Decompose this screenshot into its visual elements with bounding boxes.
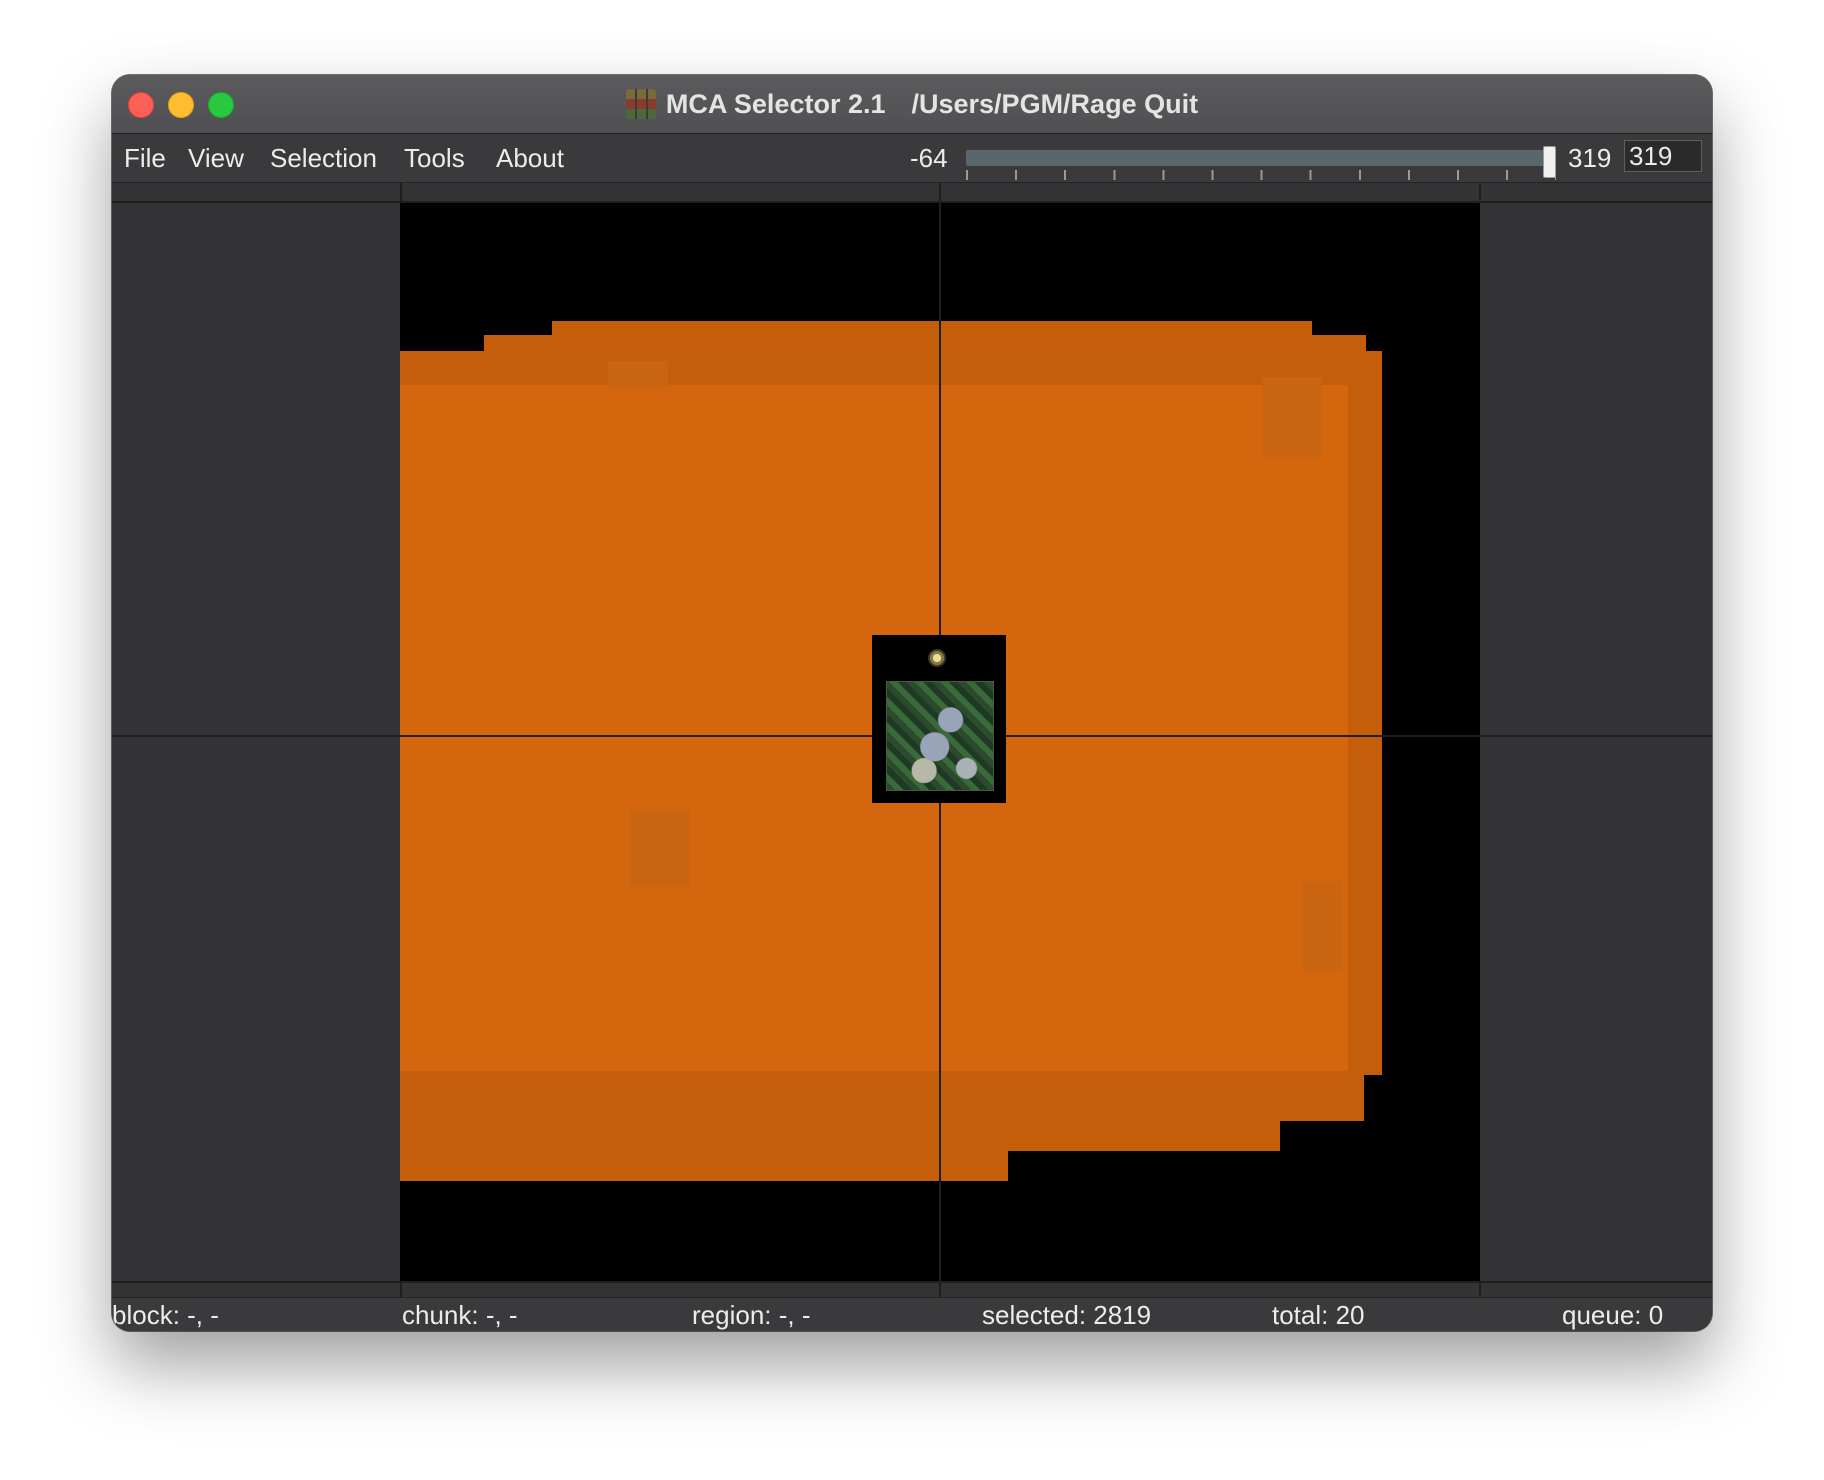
region-grid-line bbox=[112, 1281, 1712, 1283]
status-block: block: -, - bbox=[112, 1300, 219, 1330]
height-slider-fill bbox=[966, 150, 1550, 166]
region-grid-line bbox=[400, 183, 402, 201]
height-slider[interactable] bbox=[966, 146, 1556, 180]
region-grid-line bbox=[112, 201, 1712, 203]
menu-file[interactable]: File bbox=[120, 134, 170, 182]
selection-overlay bbox=[400, 1117, 1280, 1151]
height-slider-thumb[interactable] bbox=[1543, 146, 1556, 178]
app-window: MCA Selector 2.1 /Users/PGM/Rage Quit Fi… bbox=[112, 75, 1712, 1331]
height-slider-max-label: 319 bbox=[1568, 143, 1612, 173]
region-grid-line bbox=[1479, 1281, 1481, 1297]
menu-view[interactable]: View bbox=[184, 134, 248, 182]
region-grid-line bbox=[400, 1281, 402, 1297]
spawn-marker-icon bbox=[928, 649, 946, 667]
title-bar[interactable]: MCA Selector 2.1 /Users/PGM/Rage Quit bbox=[112, 75, 1712, 134]
terrain-feature bbox=[608, 361, 668, 387]
terrain-preview bbox=[886, 681, 994, 791]
terrain-feature bbox=[630, 811, 690, 887]
status-chunk: chunk: -, - bbox=[402, 1300, 518, 1330]
status-total: total: 20 bbox=[1272, 1300, 1365, 1330]
height-slider-min-label: -64 bbox=[910, 143, 948, 173]
menu-selection[interactable]: Selection bbox=[266, 134, 381, 182]
selection-overlay bbox=[400, 1147, 1008, 1181]
terrain-feature bbox=[1302, 881, 1342, 971]
mca-selector-app-icon bbox=[625, 89, 656, 119]
world-path: /Users/PGM/Rage Quit bbox=[911, 88, 1199, 119]
height-input[interactable] bbox=[1624, 140, 1702, 172]
selection-overlay bbox=[1348, 385, 1382, 1075]
selection-overlay bbox=[400, 1071, 1364, 1121]
map-view[interactable] bbox=[112, 183, 1712, 1297]
menu-about[interactable]: About bbox=[492, 134, 568, 182]
status-bar: block: -, - chunk: -, - region: -, - sel… bbox=[112, 1297, 1712, 1331]
menu-bar: File View Selection Tools About -64 319 bbox=[112, 134, 1712, 183]
status-region: region: -, - bbox=[692, 1300, 811, 1330]
status-queue: queue: 0 bbox=[1562, 1300, 1664, 1330]
selection-overlay bbox=[400, 351, 1382, 387]
window-title: MCA Selector 2.1 bbox=[665, 88, 886, 119]
unselected-region-tile[interactable] bbox=[872, 635, 1006, 803]
height-slider-ticks bbox=[966, 170, 1556, 180]
region-grid-line bbox=[1479, 183, 1481, 201]
status-selected: selected: 2819 bbox=[982, 1300, 1152, 1330]
terrain-feature bbox=[1262, 377, 1322, 457]
menu-tools[interactable]: Tools bbox=[400, 134, 469, 182]
